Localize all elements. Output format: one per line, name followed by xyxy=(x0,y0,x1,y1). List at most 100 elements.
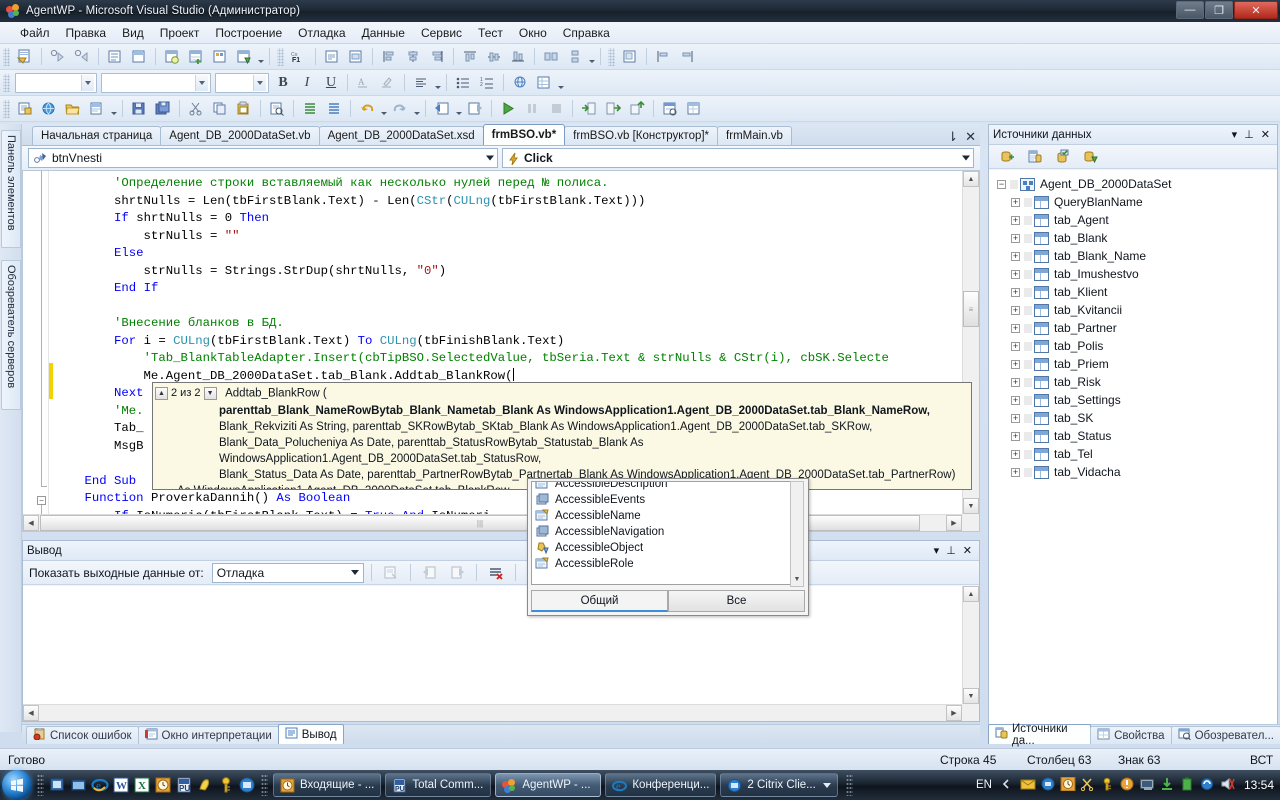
network-icon[interactable] xyxy=(1140,777,1156,793)
chevron-down-icon-6[interactable] xyxy=(350,570,359,575)
member-list-items[interactable]: AccessibleDescription AccessibleEvents A… xyxy=(531,481,796,585)
scroll-up-button[interactable]: ▲ xyxy=(963,171,979,187)
pin-icon[interactable]: ⊥ xyxy=(1244,128,1254,141)
list-item[interactable]: AccessibleName xyxy=(532,508,795,524)
navigate-dropdown-icon[interactable] xyxy=(454,98,463,119)
tab-immediate-window[interactable]: Окно интерпретации xyxy=(137,726,279,744)
foreground-color-icon[interactable]: A xyxy=(353,72,375,93)
go-to-previous-message-icon[interactable] xyxy=(419,562,441,583)
tree-node[interactable]: + tab_Settings xyxy=(989,391,1277,409)
font-size-combo[interactable] xyxy=(215,72,269,93)
expander-icon[interactable]: + xyxy=(1011,269,1020,279)
total-commander-icon[interactable]: PU xyxy=(175,776,193,794)
tab-dataset-xsd[interactable]: Agent_DB_2000DataSet.xsd xyxy=(318,126,484,145)
tree-node[interactable]: + tab_Priem xyxy=(989,355,1277,373)
excel-icon[interactable]: X xyxy=(133,776,151,794)
menu-window[interactable]: Окно xyxy=(511,24,555,42)
list-item[interactable]: AccessibleObject xyxy=(532,540,795,556)
tree-node[interactable]: + tab_Imushestvo xyxy=(989,265,1277,283)
expander-icon[interactable]: + xyxy=(1011,413,1020,423)
taskbar-button-inbox[interactable]: Входящие - ... xyxy=(273,773,382,797)
expander-icon[interactable]: + xyxy=(1011,287,1020,297)
add-new-data-source-icon[interactable] xyxy=(996,146,1018,167)
menu-test[interactable]: Тест xyxy=(470,24,511,42)
view-code-icon[interactable] xyxy=(321,46,343,67)
tree-root-dataset[interactable]: − Agent_DB_2000DataSet xyxy=(989,175,1277,193)
output-text-area[interactable]: ▲ ▼ ◀ ▶ xyxy=(23,586,979,721)
clock-icon-2[interactable] xyxy=(1060,776,1076,793)
chevron-down-icon-2[interactable] xyxy=(195,74,208,91)
solution-explorer-icon[interactable] xyxy=(659,98,681,119)
refresh-icon[interactable] xyxy=(1080,146,1102,167)
toolbar-grip[interactable] xyxy=(3,47,10,66)
add-new-item-icon[interactable] xyxy=(86,98,108,119)
center-vertically-icon[interactable] xyxy=(676,46,698,67)
help-f1-icon[interactable]: Со F1 xyxy=(288,46,310,67)
intellisense-member-list[interactable]: AccessibleDescription AccessibleEvents A… xyxy=(527,478,809,616)
security-icon[interactable] xyxy=(1120,777,1136,793)
font-combo[interactable] xyxy=(101,72,211,93)
align-centers-icon[interactable] xyxy=(402,46,424,67)
tab-common[interactable]: Общий xyxy=(531,590,668,612)
insert-hyperlink-icon[interactable] xyxy=(509,72,531,93)
taskbar-button-agentwp[interactable]: AgentWP - ... xyxy=(495,773,602,797)
output-scroll-down-button[interactable]: ▼ xyxy=(963,688,979,704)
new-project-icon[interactable] xyxy=(14,98,36,119)
redo-dropdown-icon[interactable] xyxy=(412,98,421,119)
go-to-next-message-icon[interactable] xyxy=(446,562,468,583)
numbered-list-icon[interactable]: 12 xyxy=(476,72,498,93)
tree-node[interactable]: + tab_Blank_Name xyxy=(989,247,1277,265)
expander-icon[interactable]: + xyxy=(1011,377,1020,387)
tree-node[interactable]: + tab_Tel xyxy=(989,445,1277,463)
member-list-scroll-down-icon[interactable]: ▼ xyxy=(791,573,803,585)
tab-frmbso-designer[interactable]: frmBSO.vb [Конструктор]* xyxy=(564,126,719,145)
output-horizontal-scrollbar[interactable]: ◀ ▶ xyxy=(23,704,962,721)
member-selector-combo[interactable]: Click xyxy=(502,148,974,168)
properties-window-icon[interactable] xyxy=(683,98,705,119)
tab-data-sources[interactable]: Источники да... xyxy=(988,723,1092,747)
chevron-icon[interactable] xyxy=(1000,777,1016,793)
taskbar-button-conference[interactable]: e Конференци... xyxy=(605,773,717,797)
tab-solution-explorer[interactable]: Обозревател... xyxy=(1170,726,1280,744)
toolbar-overflow-icon-3[interactable] xyxy=(556,72,565,93)
update-icon[interactable] xyxy=(1160,777,1176,793)
expander-icon[interactable]: + xyxy=(1011,233,1020,243)
output-scroll-up-button[interactable]: ▲ xyxy=(963,586,979,602)
internet-explorer-icon[interactable]: e xyxy=(91,776,109,794)
edit-dataset-icon[interactable] xyxy=(1052,146,1074,167)
bring-to-front-icon[interactable] xyxy=(619,46,641,67)
toolbar-grip-5[interactable] xyxy=(3,99,10,118)
member-list-scrollbar[interactable]: ▼ xyxy=(790,481,804,587)
switch-window-icon[interactable] xyxy=(70,776,88,794)
taskbar-button-citrix[interactable]: 2 Citrix Clie... xyxy=(720,773,839,797)
menu-view[interactable]: Вид xyxy=(114,24,152,42)
background-color-icon[interactable] xyxy=(377,72,399,93)
undo-dropdown-icon[interactable] xyxy=(379,98,388,119)
step-into-icon[interactable] xyxy=(47,46,69,67)
toolbar-overflow-icon[interactable] xyxy=(256,46,265,67)
toolbar-grip-2[interactable] xyxy=(277,47,284,66)
close-icon[interactable]: ✕ xyxy=(1261,128,1270,141)
expander-icon[interactable]: + xyxy=(1011,395,1020,405)
clear-all-icon[interactable] xyxy=(485,562,507,583)
object-selector-combo[interactable]: btnVnesti xyxy=(28,148,498,168)
nero-icon[interactable] xyxy=(196,776,214,794)
expander-icon[interactable]: + xyxy=(1011,323,1020,333)
tab-dataset-vb[interactable]: Agent_DB_2000DataSet.vb xyxy=(160,126,320,145)
underline-button[interactable]: U xyxy=(320,72,342,93)
dataset-designer-icon[interactable] xyxy=(209,46,231,67)
add-table-icon[interactable] xyxy=(185,46,207,67)
panel-menu-icon-2[interactable]: ▾ xyxy=(934,544,940,557)
menu-edit[interactable]: Правка xyxy=(58,24,115,42)
open-file-icon[interactable] xyxy=(62,98,84,119)
paste-icon[interactable] xyxy=(233,98,255,119)
save-all-icon[interactable] xyxy=(152,98,174,119)
tab-error-list[interactable]: Список ошибок xyxy=(26,726,139,744)
outline-collapse-box[interactable]: − xyxy=(37,496,46,505)
show-desktop-icon[interactable] xyxy=(49,776,67,794)
list-item[interactable]: AccessibleNavigation xyxy=(532,524,795,540)
citrix-icon[interactable] xyxy=(238,776,256,794)
step-over-icon[interactable] xyxy=(602,98,624,119)
navigate-forward-icon[interactable] xyxy=(464,98,486,119)
make-same-height-icon[interactable] xyxy=(564,46,586,67)
